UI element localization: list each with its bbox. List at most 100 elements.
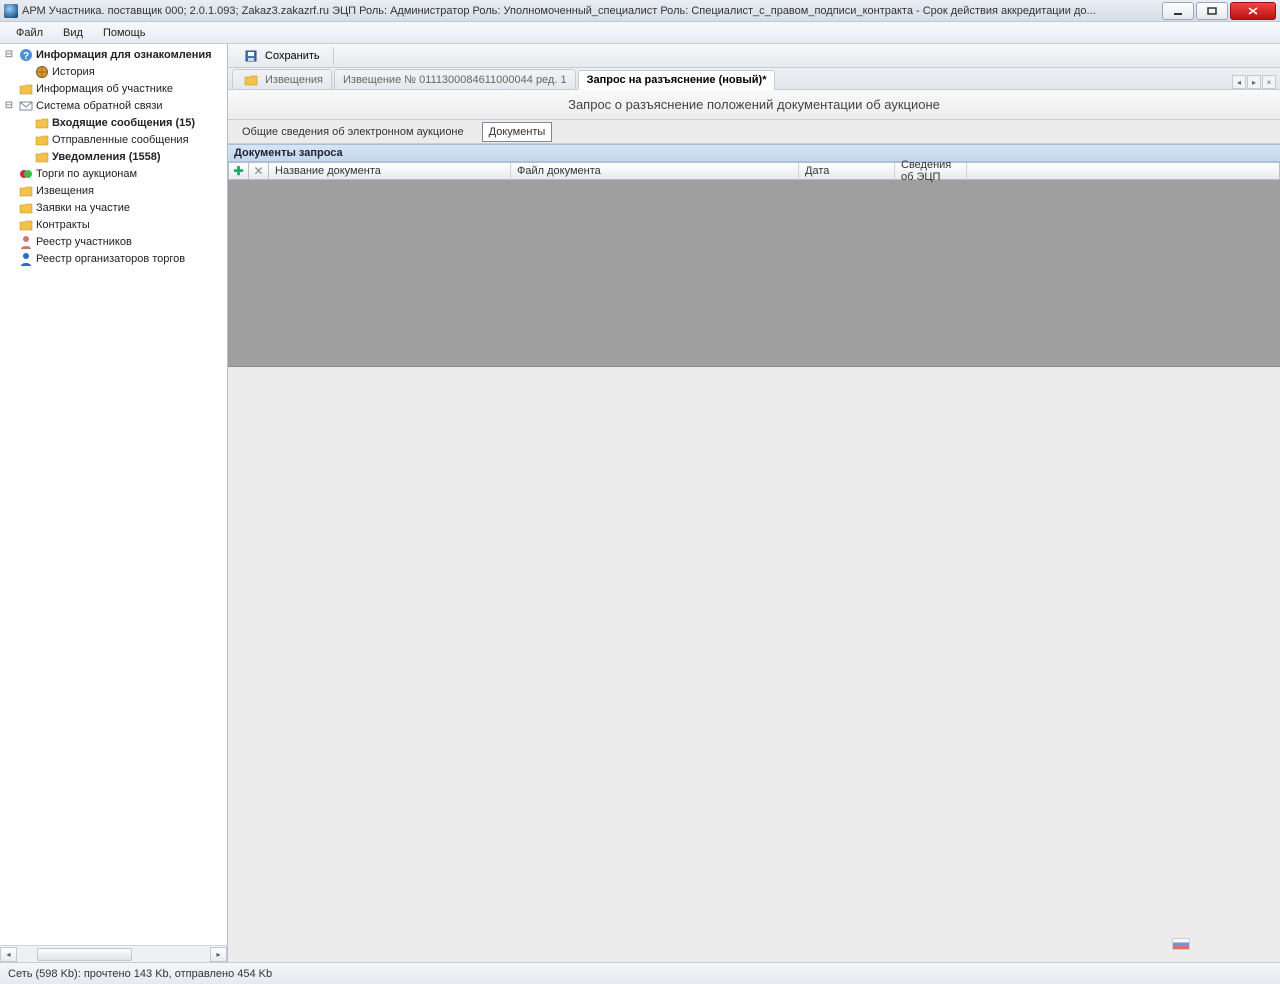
tree-node-inbox[interactable]: Входящие сообщения (15) [2,114,227,131]
page-title: Запрос о разъяснение положений документа… [228,90,1280,120]
tree-node-feedback[interactable]: ⊟ Система обратной связи [2,97,227,114]
tree-node-info[interactable]: ⊟ ? Информация для ознакомления [2,46,227,63]
save-icon [243,48,259,64]
expand-icon[interactable]: ⊟ [2,48,16,62]
app-icon [4,4,18,18]
tree-label: Система обратной связи [36,100,163,112]
tree-label: Торги по аукционам [36,168,137,180]
scroll-left-button[interactable]: ◂ [0,947,17,962]
leaf-icon [2,82,16,96]
menu-help[interactable]: Помощь [93,22,156,43]
folder-icon [18,217,34,233]
minimize-button[interactable] [1162,2,1194,20]
info-icon: ? [18,47,34,63]
close-icon [1248,7,1258,15]
tree-node-sent[interactable]: Отправленные сообщения [2,131,227,148]
sub-tabs: Общие сведения об электронном аукционе Д… [228,120,1280,144]
close-button[interactable] [1230,2,1276,20]
grid-toolbar: ✚ ✕ Название документа Файл документа Да… [228,162,1280,180]
tree-node-participants-registry[interactable]: Реестр участников [2,233,227,250]
grid-add-button[interactable]: ✚ [228,162,248,180]
tree-label: Реестр участников [36,236,132,248]
grid-col-ecp[interactable]: Сведения об ЭЦП [895,163,967,179]
sub-tab-general[interactable]: Общие сведения об электронном аукционе [236,123,470,141]
menu-file[interactable]: Файл [6,22,53,43]
status-text: Сеть (598 Kb): прочтено 143 Kb, отправле… [8,968,272,980]
grid-col-file[interactable]: Файл документа [511,163,799,179]
person-icon [18,251,34,267]
grid-col-spacer [967,163,1279,179]
folder-icon [18,81,34,97]
tree-label: Отправленные сообщения [52,134,189,146]
tree-horizontal-scrollbar[interactable]: ◂ ▸ [0,945,227,962]
menubar: Файл Вид Помощь [0,22,1280,44]
expand-icon[interactable]: ⊟ [2,99,16,113]
leaf-icon [2,167,16,181]
auction-icon [18,166,34,182]
person-icon [18,234,34,250]
sub-tab-documents[interactable]: Документы [482,122,553,142]
maximize-icon [1207,7,1217,15]
doc-tab-label: Извещение № 0111300084611000044 ред. 1 [343,74,567,86]
scroll-track[interactable] [17,947,210,962]
documents-grid: ✚ ✕ Название документа Файл документа Да… [228,162,1280,367]
tree-label: Извещения [36,185,94,197]
leaf-icon [18,133,32,147]
svg-text:?: ? [23,51,29,62]
tree-label: Заявки на участие [36,202,130,214]
content-empty-area [228,367,1280,962]
tab-prev-button[interactable]: ◂ [1232,75,1246,89]
leaf-icon [18,116,32,130]
grid-header-row: Название документа Файл документа Дата С… [268,162,1280,180]
folder-icon [34,115,50,131]
doc-tab-label: Извещения [265,74,323,86]
maximize-button[interactable] [1196,2,1228,20]
menu-view[interactable]: Вид [53,22,93,43]
tab-navigation: ◂ ▸ × [1231,75,1276,89]
tree-label: Информация об участнике [36,83,173,95]
tree-node-applications[interactable]: Заявки на участие [2,199,227,216]
tree-node-participant-info[interactable]: Информация об участнике [2,80,227,97]
tree-label: Уведомления (1558) [52,151,161,163]
scroll-right-button[interactable]: ▸ [210,947,227,962]
tree-node-contracts[interactable]: Контракты [2,216,227,233]
grid-body-empty[interactable] [228,180,1280,366]
doc-tab-request-new[interactable]: Запрос на разъяснение (новый)* [578,70,776,90]
tree-label: Контракты [36,219,90,231]
navigation-tree[interactable]: ⊟ ? Информация для ознакомления История … [0,44,227,945]
doc-tab-notices[interactable]: Извещения [232,69,332,89]
save-label: Сохранить [265,50,320,62]
window-controls [1160,2,1276,20]
leaf-icon [18,150,32,164]
mail-icon [18,98,34,114]
tree-label: Входящие сообщения (15) [52,117,195,129]
minimize-icon [1173,7,1183,15]
titlebar: АРМ Участника. поставщик 000; 2.0.1.093;… [0,0,1280,22]
tree-node-auctions[interactable]: Торги по аукционам [2,165,227,182]
tree-node-notices[interactable]: Извещения [2,182,227,199]
save-button[interactable]: Сохранить [234,45,327,67]
window-title: АРМ Участника. поставщик 000; 2.0.1.093;… [22,5,1160,17]
tree-node-organizers-registry[interactable]: Реестр организаторов торгов [2,250,227,267]
document-tabs: Извещения Извещение № 011130008461100004… [228,68,1280,90]
tab-next-button[interactable]: ▸ [1247,75,1261,89]
globe-icon [34,64,50,80]
tree-label: История [52,66,95,78]
grid-col-date[interactable]: Дата [799,163,895,179]
content-panel: Сохранить Извещения Извещение № 01113000… [228,44,1280,962]
tree-label: Реестр организаторов торгов [36,253,185,265]
section-header-text: Документы запроса [234,147,343,159]
grid-col-name[interactable]: Название документа [269,163,511,179]
leaf-icon [2,218,16,232]
tree-node-history[interactable]: История [2,63,227,80]
tab-close-button[interactable]: × [1262,75,1276,89]
leaf-icon [2,201,16,215]
grid-delete-button[interactable]: ✕ [248,162,268,180]
doc-tab-notice-detail[interactable]: Извещение № 0111300084611000044 ред. 1 [334,69,576,89]
folder-icon [18,183,34,199]
tree-node-notifications[interactable]: Уведомления (1558) [2,148,227,165]
scroll-thumb[interactable] [37,948,132,961]
leaf-icon [2,235,16,249]
doc-tab-label: Запрос на разъяснение (новый)* [587,74,767,86]
folder-icon [243,72,259,88]
